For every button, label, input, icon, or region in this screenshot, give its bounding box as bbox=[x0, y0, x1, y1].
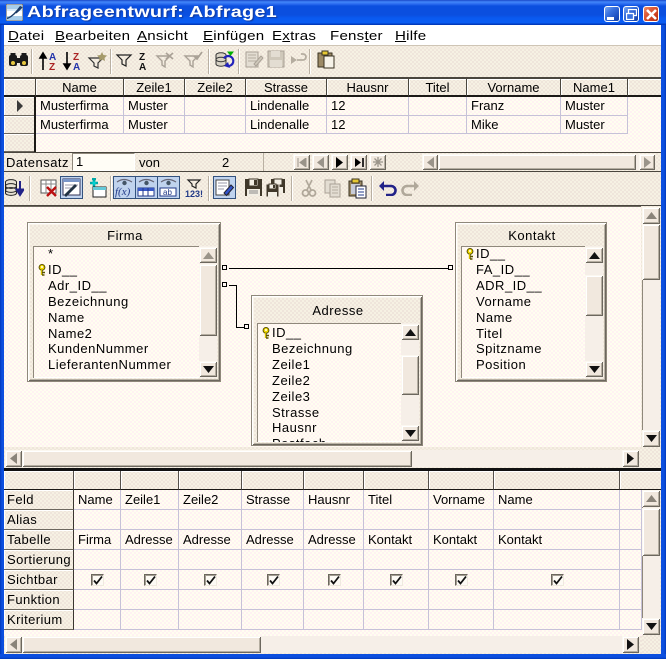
svg-text:Z: Z bbox=[49, 62, 55, 72]
svg-text:A: A bbox=[139, 62, 146, 72]
svg-text:ab: ab bbox=[163, 188, 172, 197]
svg-text:A: A bbox=[73, 62, 80, 72]
svg-text:123!: 123! bbox=[185, 189, 203, 199]
svg-text:f(x): f(x) bbox=[115, 186, 131, 198]
